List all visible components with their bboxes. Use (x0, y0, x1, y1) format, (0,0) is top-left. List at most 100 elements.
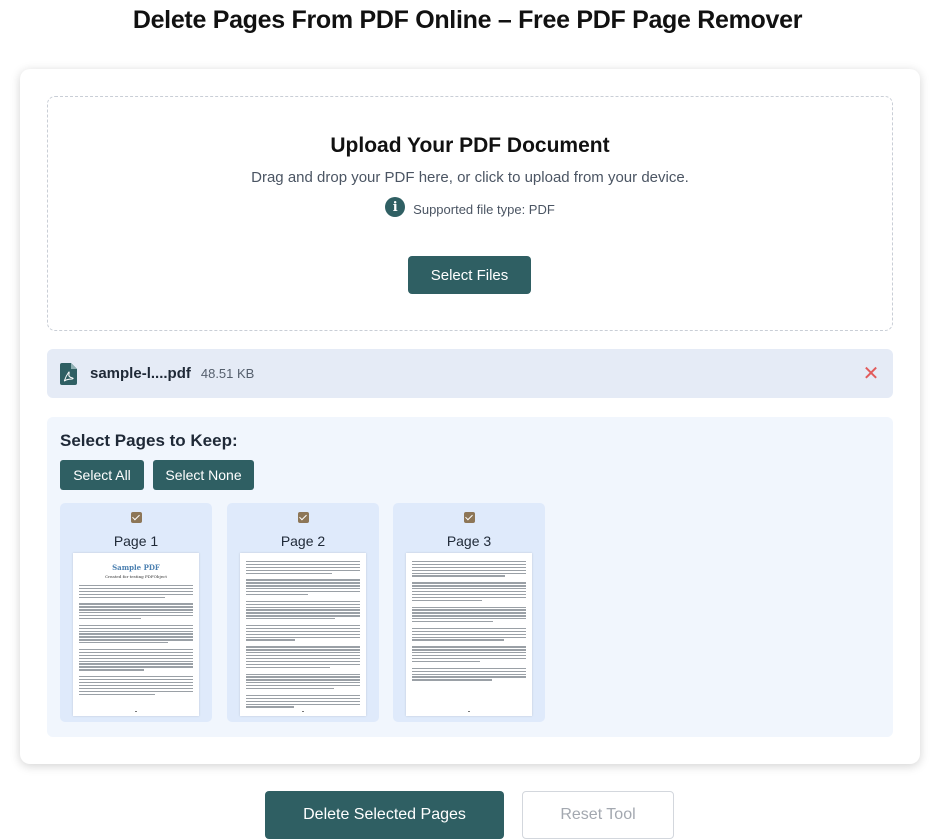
upload-title: Upload Your PDF Document (330, 134, 610, 157)
thumbnail-text-line (246, 582, 360, 584)
thumbnail-text-line (79, 690, 193, 692)
page-card-3[interactable]: Page 3 (393, 503, 545, 722)
page-2-checkbox[interactable] (298, 512, 309, 523)
thumbnail-text-line (412, 575, 506, 577)
supported-file-type: i Supported file type: PDF (48, 197, 892, 217)
thumbnail-text-line (246, 657, 360, 660)
file-size: 48.51 KB (200, 366, 255, 381)
info-icon: i (385, 197, 406, 217)
thumbnail-text-line (246, 687, 334, 690)
page-label: Page 1 (113, 533, 159, 549)
thumbnail-text-line (246, 588, 360, 590)
thumbnail-text-line (79, 609, 193, 611)
thumbnail-text-line (246, 652, 360, 654)
thumbnail-text-line (246, 566, 360, 569)
thumbnail-text-line (412, 627, 526, 630)
thumbnail-text-line (412, 630, 526, 633)
pdf-file-icon (60, 362, 77, 385)
page-1-checkbox[interactable] (131, 512, 142, 523)
thumbnail-text-line (79, 612, 193, 614)
thumbnail-text-line (412, 591, 526, 593)
thumbnail-text-line (246, 666, 331, 668)
select-none-button[interactable]: Select None (153, 460, 254, 490)
thumbnail-text-line (79, 615, 193, 617)
thumbnail-text-line (79, 679, 193, 681)
thumbnail-text-line (246, 627, 360, 630)
thumbnail-text-line (79, 651, 193, 654)
upload-dropzone[interactable]: Upload Your PDF Document Drag and drop y… (47, 96, 893, 331)
thumbnail-text-line (412, 582, 526, 584)
thumbnail-text-line (246, 563, 360, 566)
thumbnail-text-line (412, 606, 526, 608)
thumbnail-text-line (412, 673, 526, 675)
page-selection-panel: Select Pages to Keep: Select All Select … (47, 417, 893, 737)
thumbnail-text-line (246, 625, 360, 627)
thumbnail-text-line (246, 561, 360, 563)
thumbnail-text-line (412, 612, 526, 614)
thumbnail-text-line (412, 652, 526, 654)
thumbnail-text-line (79, 593, 193, 595)
thumbnail-text-line (246, 585, 360, 587)
thumbnail-text-line (412, 566, 526, 569)
thumbnail-text-line (246, 646, 360, 648)
thumbnail-text-line (246, 606, 360, 608)
select-files-button[interactable]: Select Files (408, 256, 531, 294)
thumbnail-text-line (246, 591, 360, 593)
thumbnail-text-line (412, 670, 526, 672)
select-all-button[interactable]: Select All (60, 460, 144, 490)
thumbnail-text-line (246, 700, 360, 702)
thumbnail-text-line (246, 697, 360, 700)
thumbnail-text-lines (406, 553, 532, 686)
thumbnail-text-line (412, 633, 526, 635)
thumbnail-text-line (412, 572, 526, 574)
thumbnail-text-line (79, 603, 193, 605)
delete-selected-pages-button[interactable]: Delete Selected Pages (265, 791, 504, 839)
page-3-checkbox[interactable] (464, 512, 475, 523)
thumbnail-text-lines (73, 579, 199, 700)
thumbnail-text-line (246, 636, 360, 638)
thumbnail-text-line (246, 673, 360, 675)
thumbnail-page-number (406, 710, 532, 712)
thumbnail-text-line (246, 649, 360, 651)
thumbnail-text-line (246, 600, 360, 603)
thumbnail-text-line (412, 679, 492, 681)
close-icon[interactable]: ✕ (861, 362, 881, 384)
thumbnail-text-line (412, 646, 526, 648)
thumbnail-text-line (412, 569, 526, 571)
thumbnail-text-line (79, 639, 193, 641)
thumbnail-text-line (79, 669, 144, 671)
thumbnail-text-line (79, 590, 193, 593)
thumbnail-page-number (240, 710, 366, 712)
thumbnail-text-line (412, 596, 526, 599)
thumbnail-text-line (79, 693, 156, 695)
reset-tool-button[interactable]: Reset Tool (522, 791, 674, 839)
thumbnail-page-number (73, 710, 199, 712)
thumbnail-text-line (246, 639, 296, 641)
thumbnail-text-line (412, 657, 526, 660)
thumbnail-text-line (246, 618, 335, 620)
thumbnail-text-line (246, 655, 360, 657)
uploaded-file-row: sample-l....pdf 48.51 KB ✕ (47, 349, 893, 398)
thumbnail-text-line (79, 663, 193, 665)
thumbnail-text-line (79, 606, 193, 608)
thumbnail-text-line (79, 627, 193, 629)
thumbnail-text-line (246, 685, 360, 687)
page-card-2[interactable]: Page 2 (227, 503, 379, 722)
thumbnail-text-line (246, 615, 360, 617)
thumbnail-text-line (79, 666, 193, 668)
page-card-1[interactable]: Page 1 Sample PDF Created for testing PD… (60, 503, 212, 722)
thumbnail-text-line (412, 655, 526, 657)
thumbnail-text-line (246, 572, 332, 574)
page-label: Page 3 (446, 533, 492, 549)
thumbnail-text-line (79, 660, 193, 662)
thumbnail-text-line (79, 676, 193, 678)
thumbnail-text-line (412, 563, 526, 566)
thumbnail-text-line (246, 612, 360, 614)
upload-subtitle: Drag and drop your PDF here, or click to… (251, 169, 689, 186)
thumbnail-text-line (412, 585, 526, 587)
thumbnail-text-line (412, 561, 526, 563)
thumbnail-text-line (412, 621, 493, 623)
thumbnail-text-line (79, 633, 193, 635)
thumbnail-text-line (246, 663, 360, 666)
thumbnail-text-line (79, 587, 193, 590)
